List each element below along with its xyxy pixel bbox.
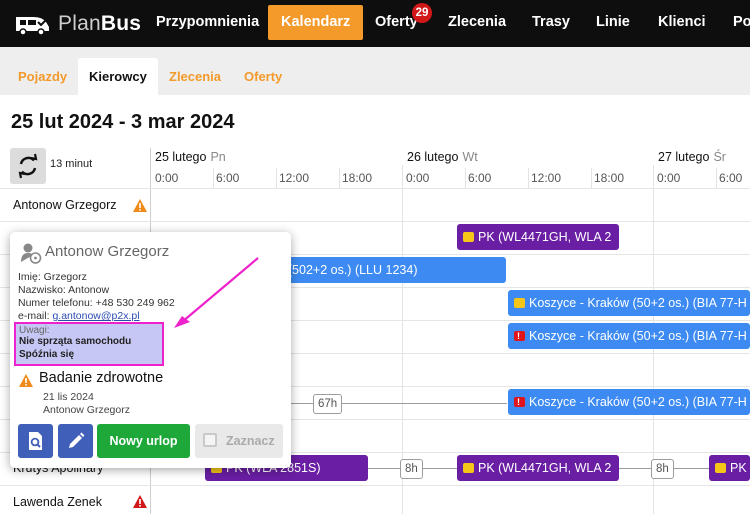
warning-icon — [19, 374, 33, 387]
grid-hour-line — [591, 168, 592, 188]
gap-duration: 67h — [313, 394, 343, 414]
nav-oferty[interactable]: Oferty — [375, 0, 418, 47]
page-title: 25 lut 2024 - 3 mar 2024 — [11, 111, 235, 133]
email-link[interactable]: g.antonow@p2x.pl — [52, 310, 139, 322]
refresh-button[interactable] — [10, 148, 46, 184]
subtab-kierowcy[interactable]: Kierowcy — [78, 58, 158, 95]
row-separator — [0, 221, 750, 222]
last-refresh-label: 13 minut — [50, 158, 93, 170]
hour-label: 18:00 — [594, 171, 625, 185]
calendar-event[interactable]: PK — [709, 455, 750, 481]
refresh-icon — [18, 153, 38, 179]
calendar-event[interactable]: Koszyce - Kraków (50+2 os.) (BIA 77-H — [508, 389, 750, 415]
checkbox-icon — [203, 433, 217, 447]
mark-label: Zaznacz — [226, 434, 275, 448]
document-search-icon — [29, 432, 42, 450]
nav-przypomnienia[interactable]: Przypomnienia — [156, 0, 259, 47]
calendar-event[interactable]: m (502+2 os.) (LLU 1234) — [268, 257, 506, 283]
hour-label: 0:00 — [406, 171, 430, 185]
popup-driver-name: Antonow Grzegorz — [45, 243, 170, 260]
alert-comment-icon — [514, 389, 525, 415]
comment-icon — [715, 463, 726, 473]
day-header: 25 lutego Pn — [155, 150, 226, 164]
annotation-arrow-icon — [174, 257, 259, 328]
driver-icon — [21, 243, 42, 264]
grid-hour-line — [276, 168, 277, 188]
hour-label: 0:00 — [155, 171, 179, 185]
nav-zlecenia[interactable]: Zlecenia — [448, 0, 506, 47]
pencil-icon — [69, 432, 85, 448]
app-name: PlanBus — [58, 12, 142, 35]
email-line: e-mail: g.antonow@p2x.pl — [18, 310, 140, 322]
hour-label: 6:00 — [216, 171, 240, 185]
nav-klienci[interactable]: Klienci — [658, 0, 706, 47]
bus-logo-icon — [16, 17, 49, 36]
mark-button[interactable]: Zaznacz — [195, 424, 283, 458]
warning-icon — [133, 199, 147, 212]
hour-label: 18:00 — [342, 171, 373, 185]
driver-row-name[interactable]: Lawenda Zenek — [13, 495, 102, 509]
exam-person: Antonow Grzegorz — [43, 404, 130, 416]
hour-label: 12:00 — [279, 171, 310, 185]
nav-pojazdy-truncated[interactable]: Poj — [733, 0, 750, 47]
comment-icon — [463, 232, 474, 242]
nav-kalendarz[interactable]: Kalendarz — [268, 5, 364, 40]
grid-hour-line — [716, 168, 717, 188]
calendar-event[interactable]: Koszyce - Kraków (50+2 os.) (BIA 77-H — [508, 290, 750, 316]
comment-icon — [514, 298, 525, 308]
notes-label: Uwagi: — [19, 325, 50, 336]
grid-hour-line — [528, 168, 529, 188]
grid-hour-line — [213, 168, 214, 188]
edit-button[interactable] — [58, 424, 93, 458]
day-header: 27 lutego Śr — [658, 150, 726, 164]
hour-label: 6:00 — [468, 171, 492, 185]
phone-line: Numer telefonu: +48 530 249 962 — [18, 297, 175, 309]
row-separator — [0, 188, 750, 189]
app-logo[interactable]: PlanBus — [12, 9, 142, 39]
exam-title: Badanie zdrowotne — [39, 370, 164, 386]
oferty-count-badge: 29 — [412, 3, 432, 23]
exam-date: 21 lis 2024 — [43, 391, 94, 403]
grid-hour-line — [465, 168, 466, 188]
subtab-pojazdy[interactable]: Pojazdy — [18, 58, 67, 95]
calendar-event[interactable]: Koszyce - Kraków (50+2 os.) (BIA 77-H — [508, 323, 750, 349]
subtab-oferty[interactable]: Oferty — [244, 58, 282, 95]
subtab-zlecenia[interactable]: Zlecenia — [169, 58, 221, 95]
gap-duration: 8h — [400, 459, 423, 479]
last-name-line: Nazwisko: Antonow — [18, 284, 110, 296]
hour-label: 0:00 — [657, 171, 681, 185]
note-item: Nie sprząta samochodu — [19, 336, 132, 347]
alert-icon — [133, 495, 147, 508]
notes-box: Uwagi: Nie sprząta samochodu Spóźnia się — [14, 322, 164, 366]
grid-hour-line — [339, 168, 340, 188]
gap-duration: 8h — [651, 459, 674, 479]
nav-trasy[interactable]: Trasy — [532, 0, 570, 47]
note-item: Spóźnia się — [19, 349, 75, 360]
calendar-event[interactable]: PK (WL4471GH, WLA 2 — [457, 455, 619, 481]
new-leave-button[interactable]: Nowy urlop — [97, 424, 190, 458]
top-navbar: PlanBus Przypomnienia Kalendarz Oferty 2… — [0, 0, 750, 47]
hour-label: 12:00 — [531, 171, 562, 185]
hour-label: 6:00 — [719, 171, 743, 185]
comment-icon — [463, 463, 474, 473]
nav-linie[interactable]: Linie — [596, 0, 630, 47]
row-separator — [0, 485, 750, 486]
first-name-line: Imię: Grzegorz — [18, 271, 87, 283]
driver-row-name[interactable]: Antonow Grzegorz — [13, 198, 117, 212]
preview-button[interactable] — [18, 424, 53, 458]
day-header: 26 lutego Wt — [407, 150, 478, 164]
alert-comment-icon — [514, 323, 525, 349]
calendar-event[interactable]: PK (WL4471GH, WLA 2 — [457, 224, 619, 250]
